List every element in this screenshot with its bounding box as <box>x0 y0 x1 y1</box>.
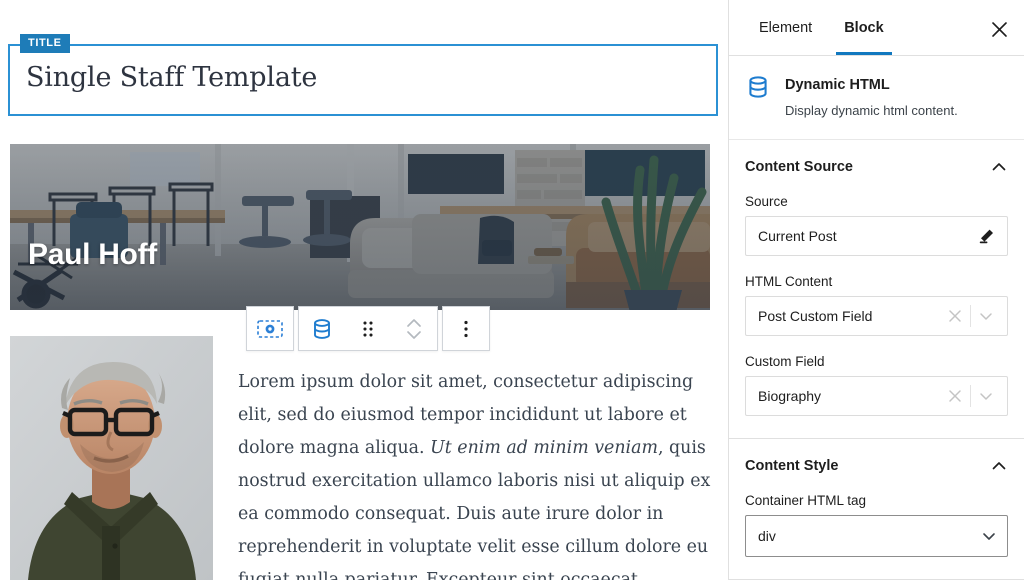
source-control[interactable]: Current Post <box>745 216 1008 256</box>
panel-content-source: Content Source Source Current Post HTML … <box>729 140 1024 439</box>
hero-overlay <box>10 144 710 310</box>
field-container-html-tag: Container HTML tag div <box>745 493 1008 557</box>
sidebar-tabs: Element Block <box>729 0 1024 56</box>
close-sidebar-button[interactable] <box>984 14 1014 44</box>
toolbar-group-options <box>442 306 490 351</box>
hero-staff-name: Paul Hoff <box>28 238 157 271</box>
panel-content-style-title: Content Style <box>745 458 839 474</box>
custom-field-clear-button[interactable] <box>942 377 968 415</box>
container-html-tag-select[interactable]: div <box>745 515 1008 557</box>
hero-banner[interactable]: Paul Hoff <box>10 144 710 310</box>
chevron-up-icon <box>990 158 1008 176</box>
title-block[interactable]: TITLE Single Staff Template <box>8 34 718 116</box>
tab-block[interactable]: Block <box>828 0 900 55</box>
page-title[interactable]: Single Staff Template <box>26 62 317 93</box>
database-icon <box>745 74 771 121</box>
clear-x-icon <box>948 309 962 323</box>
block-info: Dynamic HTML Display dynamic html conten… <box>729 56 1024 140</box>
editor-canvas: TITLE Single Staff Template Paul Hoff Lo… <box>0 0 728 580</box>
field-custom-field-label: Custom Field <box>745 354 825 369</box>
custom-field-combobox[interactable]: Biography <box>745 376 1008 416</box>
staff-portrait[interactable] <box>10 336 213 580</box>
custom-field-value: Biography <box>758 388 822 404</box>
field-html-content-label: HTML Content <box>745 274 833 289</box>
html-content-dropdown-button[interactable] <box>973 297 999 335</box>
chevron-updown-icon <box>405 316 423 342</box>
close-icon <box>991 21 1008 38</box>
drag-dots-icon <box>362 319 374 339</box>
select-parent-block-button[interactable] <box>247 307 293 350</box>
panel-content-style-body: Container HTML tag div <box>729 493 1024 579</box>
vertical-ellipsis-icon <box>463 319 469 339</box>
chevron-down-icon <box>981 528 997 544</box>
toolbar-group-main <box>298 306 438 351</box>
tab-element[interactable]: Element <box>743 0 828 55</box>
body-text-emphasis: Ut enim ad minim veniam <box>430 438 658 458</box>
clear-x-icon <box>948 389 962 403</box>
chevron-up-icon <box>990 457 1008 475</box>
field-container-html-tag-label: Container HTML tag <box>745 493 867 508</box>
database-icon <box>310 317 334 341</box>
move-updown-button[interactable] <box>391 307 437 350</box>
panel-content-source-header[interactable]: Content Source <box>729 140 1024 194</box>
field-source-label: Source <box>745 194 788 209</box>
panel-content-style: Content Style Container HTML tag div <box>729 439 1024 580</box>
body-text-part2: , quis nostrud exercitation ullamco labo… <box>238 438 711 580</box>
source-value: Current Post <box>758 228 837 244</box>
pencil-icon <box>978 228 995 245</box>
select-block-icon <box>257 319 283 338</box>
panel-content-style-header[interactable]: Content Style <box>729 439 1024 493</box>
field-source: Source Current Post <box>745 194 1008 256</box>
toolbar-group-parent <box>246 306 294 351</box>
container-html-tag-value: div <box>758 528 776 544</box>
html-content-value: Post Custom Field <box>758 308 873 324</box>
panel-content-source-body: Source Current Post HTML Content Post Cu… <box>729 194 1024 438</box>
field-custom-field: Custom Field Biography <box>745 354 1008 416</box>
settings-sidebar: Element Block Dynamic HTML Display dynam… <box>728 0 1024 580</box>
block-editor-screen: TITLE Single Staff Template Paul Hoff Lo… <box>0 0 1024 580</box>
chevron-down-icon <box>978 388 994 404</box>
block-info-description: Display dynamic html content. <box>785 103 958 118</box>
chevron-down-icon <box>978 308 994 324</box>
title-block-badge: TITLE <box>20 34 70 53</box>
block-info-title: Dynamic HTML <box>785 77 890 93</box>
drag-handle[interactable] <box>345 307 391 350</box>
custom-field-dropdown-button[interactable] <box>973 377 999 415</box>
block-type-button[interactable] <box>299 307 345 350</box>
more-options-button[interactable] <box>443 307 489 350</box>
dynamic-html-paragraph[interactable]: Lorem ipsum dolor sit amet, consectetur … <box>238 366 712 580</box>
block-toolbar <box>246 306 490 351</box>
edit-source-button[interactable] <box>973 217 999 255</box>
panel-content-source-title: Content Source <box>745 159 853 175</box>
html-content-clear-button[interactable] <box>942 297 968 335</box>
control-divider <box>970 385 971 407</box>
html-content-combobox[interactable]: Post Custom Field <box>745 296 1008 336</box>
control-divider <box>970 305 971 327</box>
field-html-content: HTML Content Post Custom Field <box>745 274 1008 336</box>
